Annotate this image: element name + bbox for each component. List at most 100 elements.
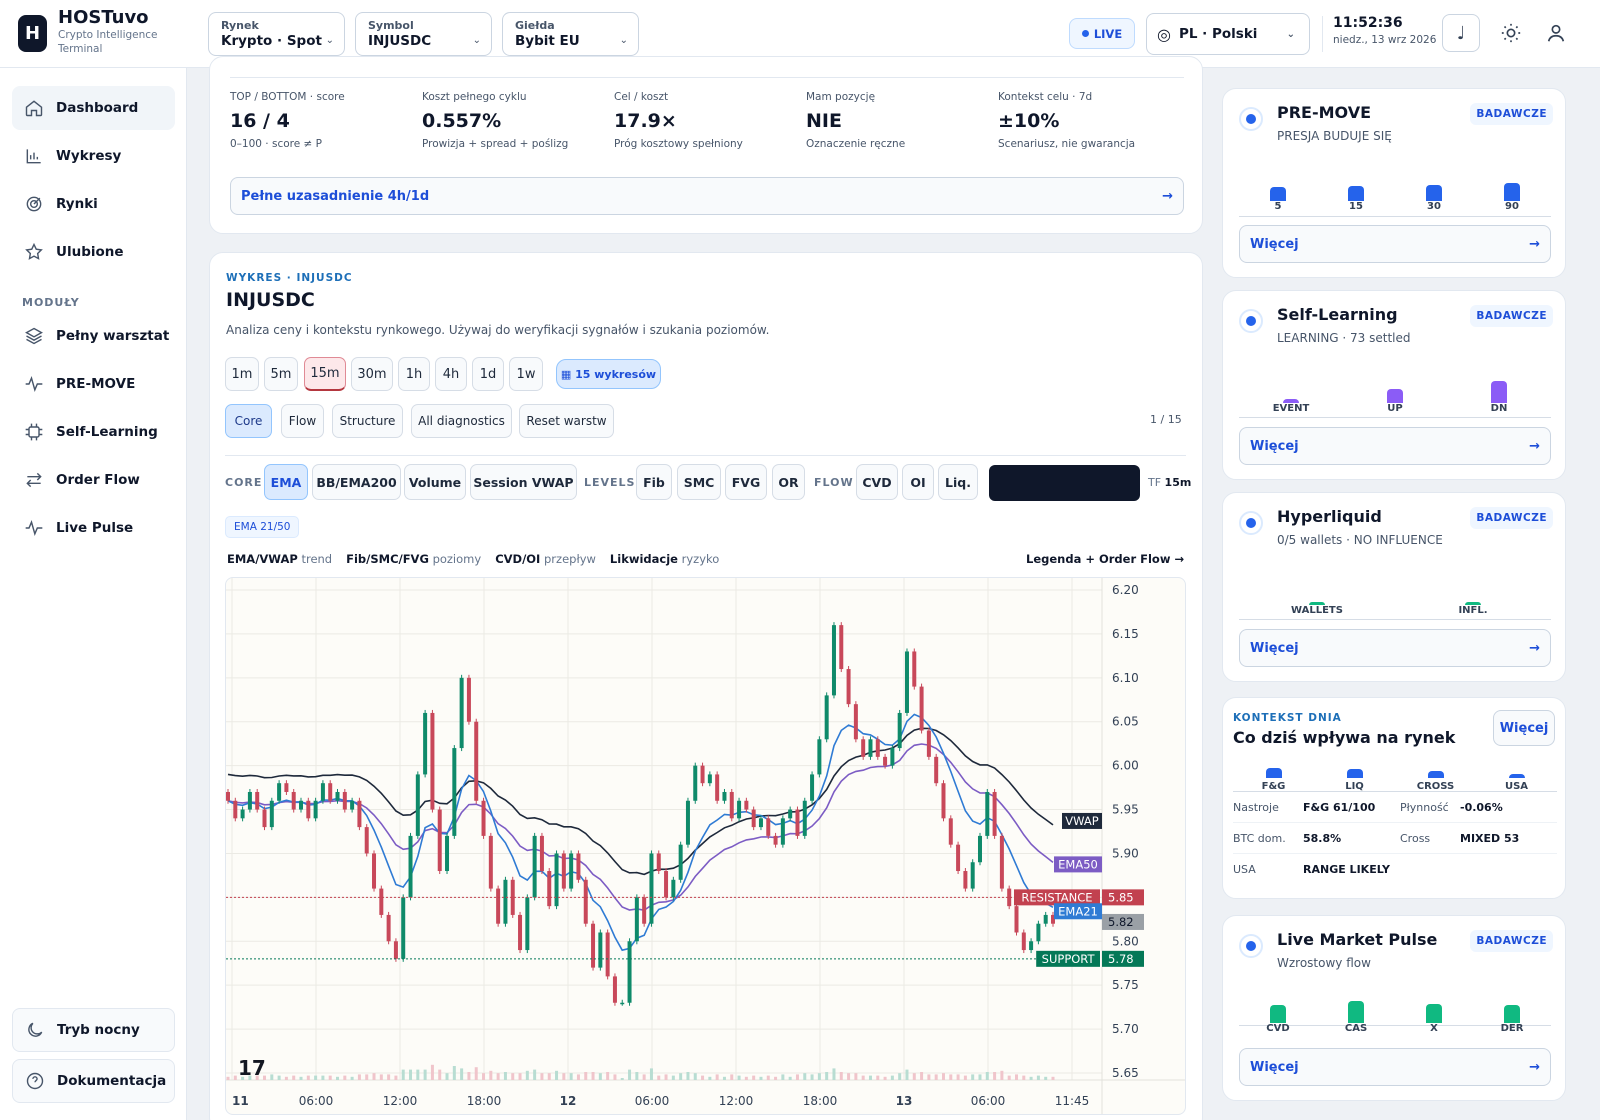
preset-all-diagnostics[interactable]: All diagnostics — [411, 404, 512, 438]
candle-body — [262, 809, 267, 828]
app-subtitle-1: Crypto Intelligence — [58, 29, 158, 41]
volume-bar — [642, 1074, 646, 1080]
sidebar-item-live-pulse[interactable]: Live Pulse — [12, 506, 175, 550]
arrows-icon — [26, 472, 42, 488]
sidebar-item-wykresy[interactable]: Wykresy — [12, 134, 175, 178]
price-chart-svg[interactable]: RESISTANCE 5.85 SUPPORT 5.78 VWAP EMA50 EMA21 5… — [226, 578, 1186, 1115]
legend-item[interactable]: EMA/VWAP trend — [227, 552, 332, 566]
y-tick-label: 5.70 — [1112, 1022, 1139, 1036]
sidebar-item-rynki[interactable]: Rynki — [12, 182, 175, 226]
preset-reset-layers[interactable]: Reset warstw — [519, 404, 614, 438]
sidebar-item-pre-move[interactable]: PRE-MOVE — [12, 362, 175, 406]
night-mode-button[interactable]: Tryb nocny — [12, 1008, 175, 1052]
charts-count-button[interactable]: ▦ 15 wykresów — [556, 359, 661, 389]
symbol-select-label: Symbol — [368, 19, 414, 32]
card-subtitle: PRESJA BUDUJE SIĘ — [1277, 129, 1392, 143]
toggle-cvd[interactable]: CVD — [856, 464, 898, 500]
legend-item[interactable]: Likwidacje ryzyko — [610, 552, 719, 566]
x-tick-label: 12 — [560, 1094, 577, 1108]
timeframe-5m[interactable]: 5m — [264, 357, 298, 391]
candle-body — [693, 765, 698, 801]
candle-body — [926, 730, 931, 757]
sidebar-item-pelny-warsztat[interactable]: Pełny warsztat — [12, 314, 175, 358]
preset-structure[interactable]: Structure — [332, 404, 403, 438]
timeframe-4h[interactable]: 4h — [435, 357, 467, 391]
candle-body — [357, 800, 362, 828]
sidebar-item-order-flow[interactable]: Order Flow — [12, 458, 175, 502]
docs-button[interactable]: Dokumentacja — [12, 1059, 175, 1103]
toggle-fvg[interactable]: FVG — [725, 464, 767, 500]
language-select[interactable]: ◎ PL · Polski ⌄ — [1146, 13, 1310, 55]
y-tick-label: 6.20 — [1112, 583, 1139, 597]
context-value: RANGE LIKELY — [1303, 863, 1390, 876]
volume-bar — [730, 1074, 734, 1080]
sound-button[interactable]: ♩ — [1442, 14, 1480, 52]
candle-body — [700, 765, 705, 784]
app-logo[interactable]: H — [18, 15, 47, 52]
candle-body — [620, 1002, 625, 1005]
sidebar-item-ulubione[interactable]: Ulubione — [12, 230, 175, 274]
more-button[interactable]: Więcej → — [1239, 1048, 1551, 1086]
timeframe-1h[interactable]: 1h — [398, 357, 430, 391]
toggle-smc[interactable]: SMC — [677, 464, 721, 500]
toggle-fib[interactable]: Fib — [636, 464, 672, 500]
preset-core[interactable]: Core — [225, 404, 272, 438]
timeframe-1d[interactable]: 1d — [472, 357, 504, 391]
price-chart[interactable]: RESISTANCE 5.85 SUPPORT 5.78 VWAP EMA50 EMA21 5… — [225, 577, 1186, 1115]
toggle-bb-ema200[interactable]: BB/EMA200 — [312, 464, 401, 500]
metric-value: 17.9× — [614, 110, 677, 132]
toggle-ema[interactable]: EMA — [264, 464, 308, 500]
ema-chip[interactable]: EMA 21/50 — [225, 516, 300, 538]
live-badge[interactable]: LIVE — [1069, 18, 1135, 49]
volume-bar — [576, 1074, 580, 1080]
candle-body — [350, 800, 355, 810]
arrow-right-icon: → — [1529, 438, 1540, 454]
candle-body — [912, 651, 917, 687]
full-justification-button[interactable]: Pełne uzasadnienie 4h/1d → — [230, 177, 1184, 215]
volume-bar — [956, 1074, 960, 1080]
volume-bar — [635, 1072, 639, 1080]
toggle-oi[interactable]: OI — [902, 464, 934, 500]
symbol-select-value: INJUSDC — [368, 33, 432, 49]
toggle-liq[interactable]: Liq. — [938, 464, 978, 500]
metric-bar-label: X — [1430, 1023, 1438, 1034]
legend-item[interactable]: Fib/SMC/FVG poziomy — [346, 552, 481, 566]
sidebar-item-dashboard[interactable]: Dashboard — [12, 86, 175, 130]
candle-body — [780, 818, 785, 845]
toggle-volume[interactable]: Volume — [404, 464, 466, 500]
sidebar-item-self-learning[interactable]: Self-Learning — [12, 410, 175, 454]
legend-order-flow-link[interactable]: Legenda + Order Flow → — [1026, 552, 1184, 566]
legend-item[interactable]: CVD/OI przepływ — [495, 552, 596, 566]
more-button[interactable]: Więcej → — [1239, 427, 1551, 465]
theme-toggle-button[interactable] — [1492, 14, 1530, 52]
symbol-select[interactable]: Symbol INJUSDC ⌄ — [355, 12, 492, 56]
more-button[interactable]: Więcej → — [1239, 225, 1551, 263]
toolbar-action-slot[interactable] — [989, 465, 1140, 501]
more-label: Więcej — [1250, 1059, 1299, 1075]
user-button[interactable] — [1537, 14, 1575, 52]
volume-bar — [284, 1076, 288, 1080]
preset-flow[interactable]: Flow — [281, 404, 324, 438]
context-key: Płynność — [1400, 801, 1449, 814]
candle-body — [1029, 941, 1034, 951]
status-badge: BADAWCZE — [1470, 930, 1553, 952]
toggle-session-vwap[interactable]: Session VWAP — [470, 464, 577, 500]
volume-bar — [752, 1075, 756, 1080]
timeframe-15m[interactable]: 15m — [304, 357, 346, 391]
candle-body — [393, 941, 398, 959]
volume-bar — [387, 1074, 391, 1080]
exchange-select[interactable]: Giełda Bybit EU ⌄ — [502, 12, 639, 56]
status-badge: BADAWCZE — [1470, 507, 1553, 529]
metric-bar-label: USA — [1504, 781, 1529, 792]
candle-body — [386, 914, 391, 942]
timeframe-1m[interactable]: 1m — [225, 357, 259, 391]
more-button[interactable]: Więcej → — [1239, 629, 1551, 667]
card-subtitle: LEARNING · 73 settled — [1277, 331, 1411, 345]
timeframe-1w[interactable]: 1w — [509, 357, 543, 391]
context-more-button[interactable]: Więcej — [1493, 710, 1555, 746]
market-select[interactable]: Rynek Krypto · Spot ⌄ — [208, 12, 345, 56]
line-tag-label: EMA21 — [1058, 904, 1098, 918]
toggle-or[interactable]: OR — [772, 464, 805, 500]
timeframe-30m[interactable]: 30m — [351, 357, 393, 391]
chart-eyebrow: WYKRES · INJUSDC — [226, 272, 353, 284]
